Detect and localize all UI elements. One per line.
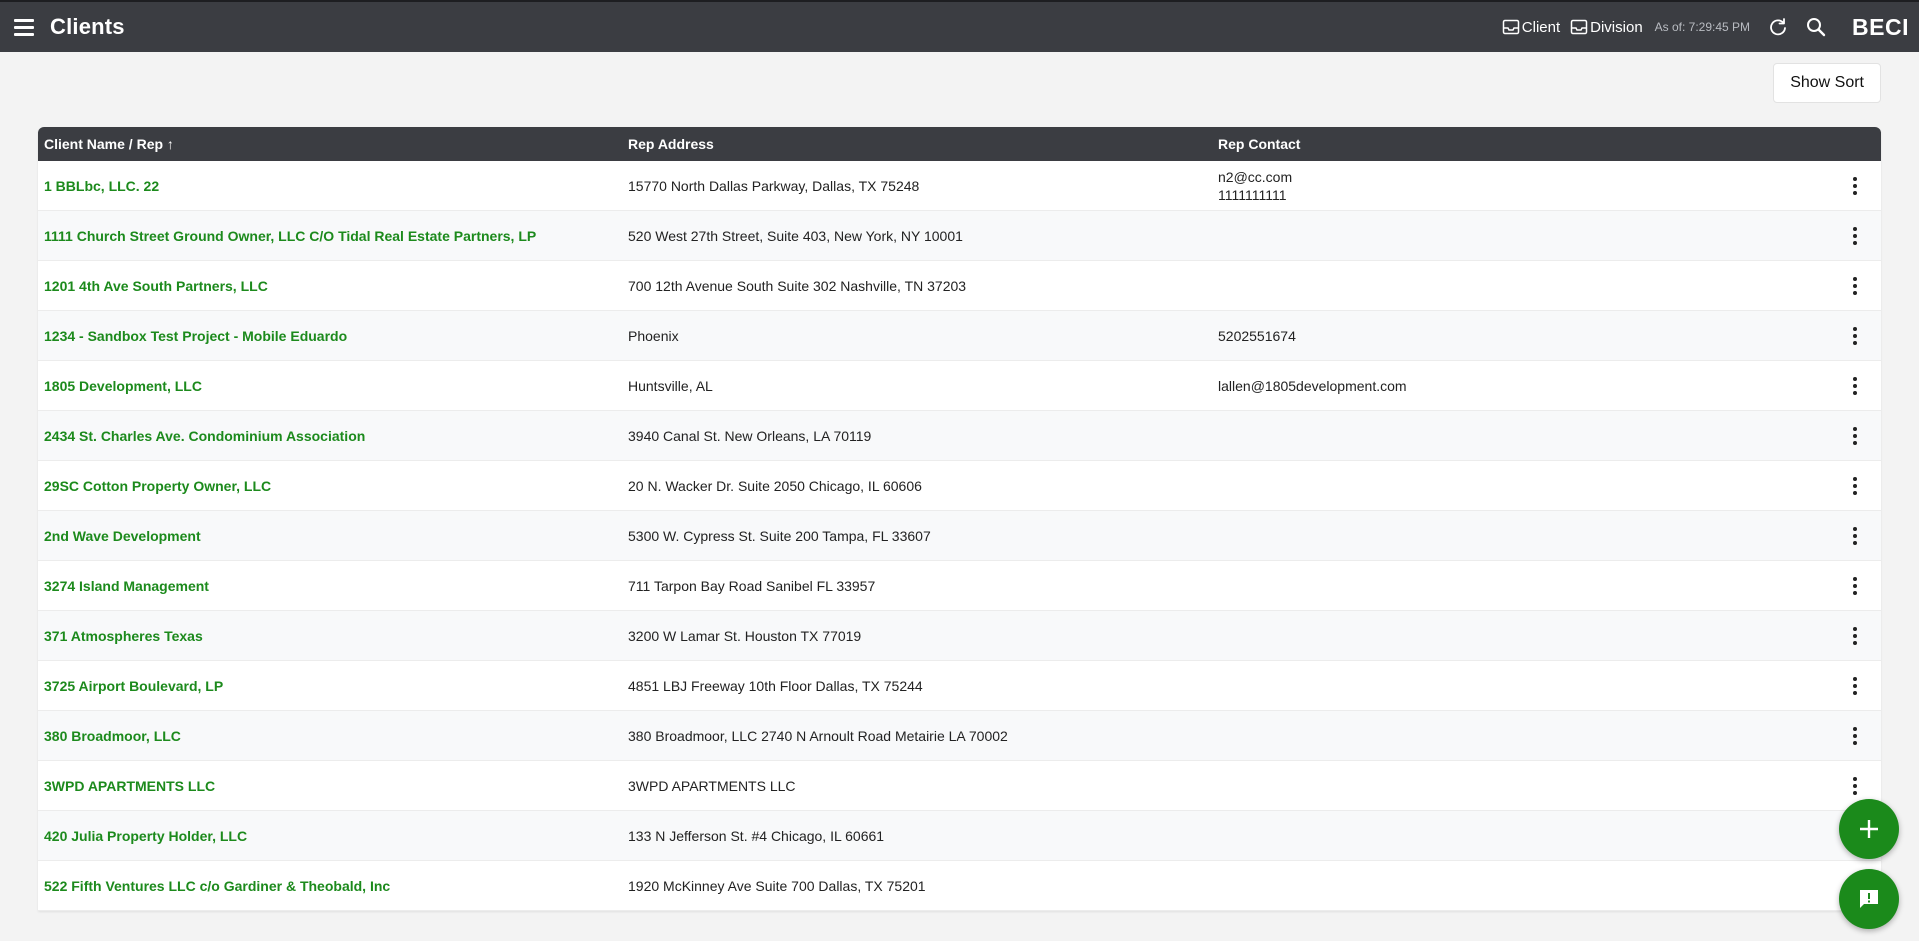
client-name-link[interactable]: 420 Julia Property Holder, LLC xyxy=(38,828,628,844)
more-options-icon[interactable] xyxy=(1845,474,1865,498)
table-row[interactable]: 3WPD APARTMENTS LLC 3WPD APARTMENTS LLC xyxy=(38,761,1881,811)
client-name-link[interactable]: 2434 St. Charles Ave. Condominium Associ… xyxy=(38,428,628,444)
more-options-icon[interactable] xyxy=(1845,674,1865,698)
client-link[interactable]: Client xyxy=(1502,19,1560,36)
table-body: 1 BBLbc, LLC. 22 15770 North Dallas Parkw… xyxy=(38,161,1881,911)
client-name-link[interactable]: 1111 Church Street Ground Owner, LLC C/O… xyxy=(38,228,628,244)
client-link-label: Client xyxy=(1521,18,1561,36)
hamburger-menu-icon[interactable] xyxy=(14,14,40,40)
rep-address: 700 12th Avenue South Suite 302 Nashvill… xyxy=(628,277,967,294)
client-name-link[interactable]: 3WPD APARTMENTS LLC xyxy=(38,778,628,794)
table-row[interactable]: 1234 - Sandbox Test Project - Mobile Edu… xyxy=(38,311,1881,361)
more-options-icon[interactable] xyxy=(1845,174,1865,198)
rep-contact-line-1: n2@cc.com xyxy=(1218,168,1293,185)
more-options-icon[interactable] xyxy=(1845,374,1865,398)
rep-address: 1920 McKinney Ave Suite 700 Dallas, TX 7… xyxy=(628,877,926,894)
clients-table: Client Name / Rep ↑ Rep Address Rep Cont… xyxy=(38,127,1881,911)
table-row[interactable]: 522 Fifth Ventures LLC c/o Gardiner & Th… xyxy=(38,861,1881,911)
column-header-client-name[interactable]: Client Name / Rep ↑ xyxy=(38,136,628,152)
rep-address: 520 West 27th Street, Suite 403, New Yor… xyxy=(628,227,963,244)
rep-contact-line-2: 1111111111 xyxy=(1218,186,1287,203)
rep-address: 5300 W. Cypress St. Suite 200 Tampa, FL … xyxy=(628,527,931,544)
rep-address: Phoenix xyxy=(628,327,679,344)
rep-address: 711 Tarpon Bay Road Sanibel FL 33957 xyxy=(628,577,876,594)
client-name-link[interactable]: 380 Broadmoor, LLC xyxy=(38,728,628,744)
search-icon[interactable] xyxy=(1806,17,1826,37)
table-row[interactable]: 1201 4th Ave South Partners, LLC 700 12th… xyxy=(38,261,1881,311)
more-options-icon[interactable] xyxy=(1845,774,1865,798)
rep-contact: n2@cc.com 1111111111 xyxy=(1218,168,1828,204)
more-options-icon[interactable] xyxy=(1845,724,1865,748)
client-name-link[interactable]: 1234 - Sandbox Test Project - Mobile Edu… xyxy=(38,328,628,344)
table-row[interactable]: 29SC Cotton Property Owner, LLC 20 N. Wac… xyxy=(38,461,1881,511)
as-of-timestamp: As of: 7:29:45 PM xyxy=(1654,20,1751,34)
rep-contact: lallen@1805development.com xyxy=(1218,377,1828,395)
table-row[interactable]: 2434 St. Charles Ave. Condominium Associ… xyxy=(38,411,1881,461)
client-name-link[interactable]: 522 Fifth Ventures LLC c/o Gardiner & Th… xyxy=(38,878,628,894)
table-header: Client Name / Rep ↑ Rep Address Rep Cont… xyxy=(38,127,1881,161)
rep-address: 133 N Jefferson St. #4 Chicago, IL 60661 xyxy=(628,827,885,844)
table-row[interactable]: 420 Julia Property Holder, LLC 133 N Jeff… xyxy=(38,811,1881,861)
feedback-icon xyxy=(1860,890,1878,908)
page-title: Clients xyxy=(50,14,125,39)
more-options-icon[interactable] xyxy=(1845,424,1865,448)
client-name-link[interactable]: 1201 4th Ave South Partners, LLC xyxy=(38,278,628,294)
rep-address: 3200 W Lamar St. Houston TX 77019 xyxy=(628,627,862,644)
table-row[interactable]: 2nd Wave Development 5300 W. Cypress St. … xyxy=(38,511,1881,561)
table-row[interactable]: 1 BBLbc, LLC. 22 15770 North Dallas Parkw… xyxy=(38,161,1881,211)
more-options-icon[interactable] xyxy=(1845,524,1865,548)
inbox-icon xyxy=(1570,19,1588,35)
client-name-link[interactable]: 3725 Airport Boulevard, LP xyxy=(38,678,628,694)
division-link[interactable]: Division xyxy=(1570,19,1643,36)
table-row[interactable]: 3274 Island Management 711 Tarpon Bay Roa… xyxy=(38,561,1881,611)
column-header-rep-address: Rep Address xyxy=(628,136,714,152)
table-row[interactable]: 1805 Development, LLC Huntsville, AL lalle… xyxy=(38,361,1881,411)
table-row[interactable]: 380 Broadmoor, LLC 380 Broadmoor, LLC 274… xyxy=(38,711,1881,761)
rep-address: 3WPD APARTMENTS LLC xyxy=(628,777,796,794)
table-row[interactable]: 3725 Airport Boulevard, LP 4851 LBJ Freew… xyxy=(38,661,1881,711)
rep-contact-line-1: lallen@1805development.com xyxy=(1218,377,1407,394)
top-app-bar: Clients Client Division As of: 7:29:45 P… xyxy=(0,0,1919,52)
more-options-icon[interactable] xyxy=(1845,324,1865,348)
client-name-link[interactable]: 3274 Island Management xyxy=(38,578,628,594)
rep-address: Huntsville, AL xyxy=(628,377,713,394)
table-row[interactable]: 1111 Church Street Ground Owner, LLC C/O… xyxy=(38,211,1881,261)
show-sort-button[interactable]: Show Sort xyxy=(1773,63,1881,103)
rep-address: 3940 Canal St. New Orleans, LA 70119 xyxy=(628,427,872,444)
more-options-icon[interactable] xyxy=(1845,574,1865,598)
rep-address: 4851 LBJ Freeway 10th Floor Dallas, TX 7… xyxy=(628,677,923,694)
table-row[interactable]: 371 Atmospheres Texas 3200 W Lamar St. Ho… xyxy=(38,611,1881,661)
client-name-link[interactable]: 2nd Wave Development xyxy=(38,528,628,544)
more-options-icon[interactable] xyxy=(1845,274,1865,298)
brand-logo: BECI xyxy=(1852,13,1909,40)
more-options-icon[interactable] xyxy=(1845,624,1865,648)
inbox-icon xyxy=(1502,19,1520,35)
plus-icon xyxy=(1860,820,1878,838)
feedback-button[interactable] xyxy=(1839,869,1899,929)
rep-address: 380 Broadmoor, LLC 2740 N Arnoult Road M… xyxy=(628,727,1008,744)
client-name-link[interactable]: 1 BBLbc, LLC. 22 xyxy=(38,178,628,194)
more-options-icon[interactable] xyxy=(1845,224,1865,248)
rep-contact-line-1: 5202551674 xyxy=(1218,327,1296,344)
column-header-rep-contact: Rep Contact xyxy=(1218,136,1301,152)
rep-address: 15770 North Dallas Parkway, Dallas, TX 7… xyxy=(628,177,920,194)
client-name-link[interactable]: 29SC Cotton Property Owner, LLC xyxy=(38,478,628,494)
rep-contact: 5202551674 xyxy=(1218,327,1828,345)
rep-address: 20 N. Wacker Dr. Suite 2050 Chicago, IL … xyxy=(628,477,922,494)
refresh-icon[interactable] xyxy=(1768,17,1788,37)
client-name-link[interactable]: 1805 Development, LLC xyxy=(38,378,628,394)
client-name-link[interactable]: 371 Atmospheres Texas xyxy=(38,628,628,644)
division-link-label: Division xyxy=(1590,18,1643,36)
add-client-button[interactable] xyxy=(1839,799,1899,859)
